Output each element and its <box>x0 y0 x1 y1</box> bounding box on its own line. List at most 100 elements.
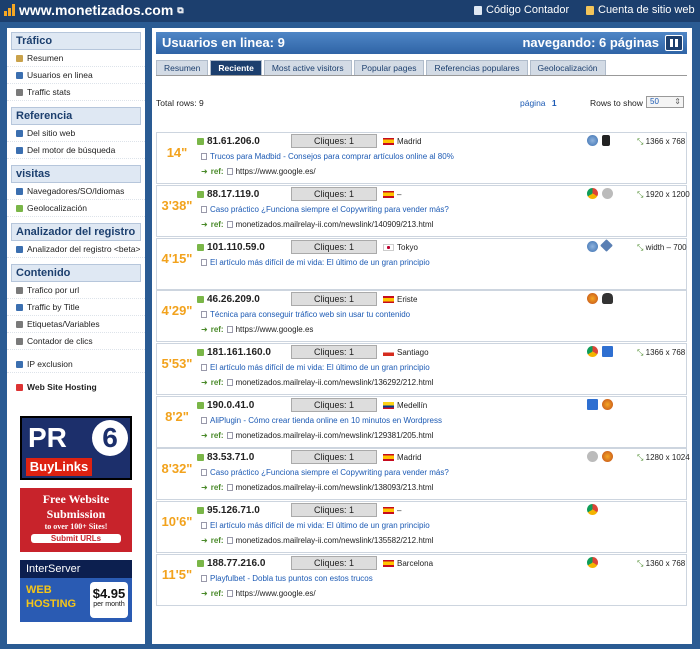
clicks-button[interactable]: Cliques: 1 <box>291 240 377 254</box>
clicks-button[interactable]: Cliques: 1 <box>291 556 377 570</box>
referrer: ➜ ref: monetizados.mailrelay-ii.com/newsli… <box>201 536 433 545</box>
interserver-ad[interactable]: InterServer WEB HOSTING $4.95 per month <box>20 560 132 622</box>
clicks-button[interactable]: Cliques: 1 <box>291 292 377 306</box>
free-submission-ad[interactable]: Free Website Submission to over 100+ Sit… <box>20 488 132 552</box>
visitor-ip[interactable]: 188.77.216.0 <box>197 558 265 569</box>
page-title-link[interactable]: Playfulbet - Dobla tus puntos con estos … <box>201 574 373 583</box>
page-title-link[interactable]: Trucos para Madbid - Consejos para compr… <box>201 152 454 161</box>
screen-resolution: ⤡ 1280 x 1024 <box>637 453 690 463</box>
sidebar-item[interactable]: Usuarios en linea <box>7 67 145 84</box>
rows-to-show-select[interactable]: 50 ⇕ <box>646 96 684 108</box>
page-title-text: Caso práctico ¿Funciona siempre el Copyw… <box>210 205 449 214</box>
sidebar-item-label: Etiquetas/Variables <box>27 319 100 329</box>
sidebar-item[interactable]: Trafico por url <box>7 282 145 299</box>
pr6-ad[interactable]: PR 6 BuyLinks <box>20 416 132 480</box>
sidebar-item[interactable]: Contador de clics <box>7 333 145 350</box>
codigo-contador-link[interactable]: Código Contador <box>474 4 569 16</box>
page-number[interactable]: 1 <box>552 98 557 108</box>
referrer-url[interactable]: monetizados.mailrelay-ii.com/newslink/13… <box>236 378 434 387</box>
arrow-icon: ➜ <box>201 589 208 598</box>
page-icon <box>201 417 207 424</box>
referrer: ➜ ref: monetizados.mailrelay-ii.com/newsli… <box>201 220 433 229</box>
referrer: ➜ ref: monetizados.mailrelay-ii.com/newsli… <box>201 483 433 492</box>
visitor-ip[interactable]: 83.53.71.0 <box>197 452 254 463</box>
sidebar-item-label: Traffic by Title <box>27 302 80 312</box>
visit-duration: 10'6" <box>161 514 193 529</box>
sidebar-item-icon <box>16 129 23 137</box>
sidebar-item[interactable]: Etiquetas/Variables <box>7 316 145 333</box>
free-website-text: Free Website <box>42 492 110 506</box>
referrer-url[interactable]: https://www.google.es/ <box>236 589 316 598</box>
visit-duration: 8'2" <box>165 409 189 424</box>
top-bar: www.monetizados.com ⧉ Código Contador Cu… <box>0 0 700 22</box>
tab-geolocalizaci-n[interactable]: Geolocalización <box>529 60 606 75</box>
page-title-link[interactable]: AliPlugin - Cómo crear tienda online en … <box>201 416 442 425</box>
visitor-ip[interactable]: 46.26.209.0 <box>197 294 260 305</box>
sidebar-item[interactable]: Traffic by Title <box>7 299 145 316</box>
page-title-text: Trucos para Madbid - Consejos para compr… <box>210 152 454 161</box>
page-icon <box>226 379 233 386</box>
page-title-link[interactable]: El artículo más difícil de mi vida: El ú… <box>201 521 430 530</box>
referrer-url[interactable]: https://www.google.es/ <box>236 167 316 176</box>
visitor-ip[interactable]: 190.0.41.0 <box>197 400 254 411</box>
sidebar-item-label: Traffic stats <box>27 87 71 97</box>
ip-exclusion-link[interactable]: IP exclusion <box>7 356 145 373</box>
pause-icon[interactable] <box>665 35 683 51</box>
site-logo[interactable]: www.monetizados.com ⧉ <box>4 2 184 18</box>
tab-reciente[interactable]: Reciente <box>210 60 262 75</box>
hosting-link[interactable]: Web Site Hosting <box>7 379 145 395</box>
submit-urls-button[interactable]: Submit URLs <box>31 534 121 543</box>
sidebar-item-icon <box>16 245 23 253</box>
sidebar-item[interactable]: Geolocalización <box>7 200 145 217</box>
clicks-button[interactable]: Cliques: 1 <box>291 398 377 412</box>
referrer-url[interactable]: monetizados.mailrelay-ii.com/newslink/13… <box>236 536 434 545</box>
diamond-icon <box>600 239 613 252</box>
referrer-url[interactable]: monetizados.mailrelay-ii.com/newslink/12… <box>236 431 434 440</box>
clicks-button[interactable]: Cliques: 1 <box>291 134 377 148</box>
page-title-link[interactable]: Caso práctico ¿Funciona siempre el Copyw… <box>201 468 449 477</box>
tab-popular-pages[interactable]: Popular pages <box>353 60 425 75</box>
visitor-ip[interactable]: 181.161.160.0 <box>197 347 271 358</box>
referrer-url[interactable]: https://www.google.es <box>236 325 314 334</box>
page-icon <box>226 221 233 228</box>
sidebar-item[interactable]: Del sitio web <box>7 125 145 142</box>
sidebar-item-label: Analizador del registro <beta> <box>27 244 141 254</box>
cuenta-sitio-link[interactable]: Cuenta de sitio web <box>586 4 695 16</box>
pr-text: PR <box>28 422 67 453</box>
screen-resolution: ⤡ 1920 x 1200 <box>637 190 690 200</box>
page-title-link[interactable]: El artículo más difícil de mi vida: El ú… <box>201 363 430 372</box>
clicks-button[interactable]: Cliques: 1 <box>291 187 377 201</box>
tab-referencias-populares[interactable]: Referencias populares <box>426 60 528 75</box>
page-title-link[interactable]: El artículo más difícil de mi vida: El ú… <box>201 258 430 267</box>
cl-flag-icon <box>383 349 394 356</box>
clicks-button[interactable]: Cliques: 1 <box>291 503 377 517</box>
visitor-ip[interactable]: 88.17.119.0 <box>197 189 259 200</box>
referrer-url[interactable]: monetizados.mailrelay-ii.com/newslink/14… <box>236 220 434 229</box>
sidebar-item[interactable]: Navegadores/SO/Idiomas <box>7 183 145 200</box>
referrer-url[interactable]: monetizados.mailrelay-ii.com/newslink/13… <box>236 483 434 492</box>
pagination: página 1 <box>520 98 557 108</box>
tab-most-active-visitors[interactable]: Most active visitors <box>263 60 352 75</box>
visitor-ip[interactable]: 95.126.71.0 <box>197 505 260 516</box>
page-title-link[interactable]: Caso práctico ¿Funciona siempre el Copyw… <box>201 205 449 214</box>
sidebar-item-icon <box>16 337 23 345</box>
clicks-button[interactable]: Cliques: 1 <box>291 345 377 359</box>
arrow-icon: ➜ <box>201 431 208 440</box>
tab-resumen[interactable]: Resumen <box>156 60 209 75</box>
sidebar-item[interactable]: Analizador del registro <beta> <box>7 241 145 258</box>
arrow-icon: ➜ <box>201 325 208 334</box>
sidebar-item[interactable]: Resumen <box>7 50 145 67</box>
page-title-text: El artículo más difícil de mi vida: El ú… <box>210 521 430 530</box>
visitor-ip[interactable]: 101.110.59.0 <box>197 242 265 253</box>
page-title-text: El artículo más difícil de mi vida: El ú… <box>210 258 430 267</box>
page-title-link[interactable]: Técnica para conseguir tráfico web sin u… <box>201 310 410 319</box>
sidebar-item[interactable]: Traffic stats <box>7 84 145 101</box>
visitor-ip[interactable]: 81.61.206.0 <box>197 136 260 147</box>
clicks-button[interactable]: Cliques: 1 <box>291 450 377 464</box>
ref-label: ref: <box>210 483 224 492</box>
price-badge: $4.95 per month <box>90 582 128 618</box>
sidebar-item[interactable]: Del motor de búsqueda <box>7 142 145 159</box>
sidebar-item-icon <box>16 146 23 154</box>
sidebar-section-title: Analizador del registro <box>11 223 141 241</box>
city-name: Barcelona <box>397 559 434 568</box>
